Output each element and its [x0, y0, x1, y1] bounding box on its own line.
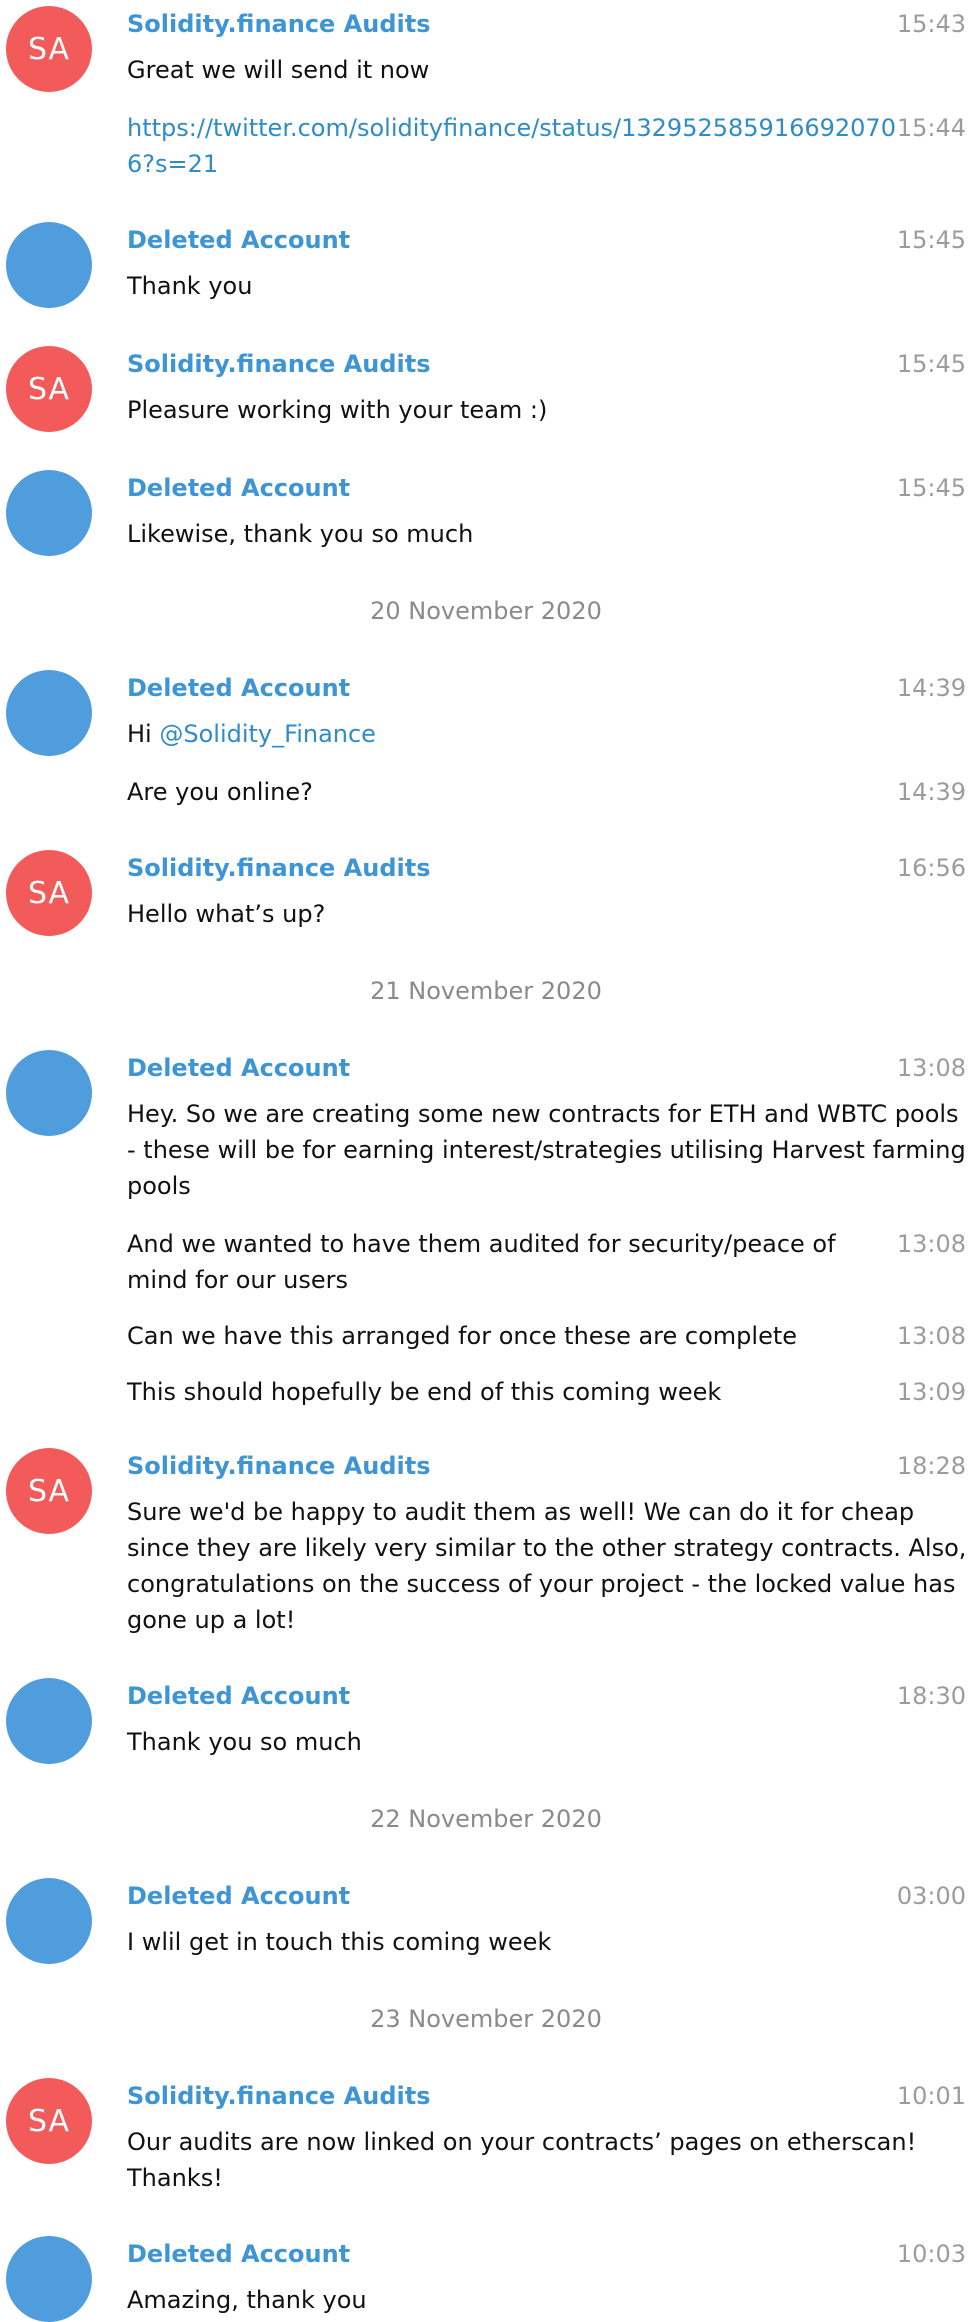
date-separator: 22 November 2020: [370, 1805, 602, 1833]
message-time: 18:28: [896, 1452, 966, 1480]
avatar[interactable]: SA: [6, 6, 92, 92]
message-text: Amazing, thank you: [127, 2286, 367, 2314]
avatar[interactable]: [6, 1678, 92, 1764]
message-text: Thank you so much: [127, 1728, 362, 1756]
sender-name[interactable]: Solidity.finance Audits: [127, 10, 431, 38]
message-text: I wlil get in touch this coming week: [127, 1928, 552, 1956]
avatar[interactable]: SA: [6, 346, 92, 432]
message-time: 14:39: [896, 674, 966, 702]
message-time: 10:03: [896, 2240, 966, 2268]
message-text: This should hopefully be end of this com…: [127, 1378, 722, 1406]
sender-name[interactable]: Solidity.finance Audits: [127, 854, 431, 882]
message-time: 15:45: [896, 474, 966, 502]
sender-name[interactable]: Deleted Account: [127, 1054, 350, 1082]
avatar[interactable]: [6, 2236, 92, 2322]
message-text: And we wanted to have them audited for s…: [127, 1230, 836, 1294]
avatar[interactable]: [6, 222, 92, 308]
message-text: Pleasure working with your team :): [127, 396, 548, 424]
message-text: Thank you: [127, 272, 253, 300]
message-text: Hello what’s up?: [127, 900, 326, 928]
sender-name[interactable]: Solidity.finance Audits: [127, 1452, 431, 1480]
message-text: Hey. So we are creating some new contrac…: [127, 1100, 966, 1200]
sender-name[interactable]: Solidity.finance Audits: [127, 350, 431, 378]
avatar[interactable]: [6, 670, 92, 756]
message-time: 14:39: [896, 778, 966, 806]
avatar[interactable]: SA: [6, 850, 92, 936]
message-text: Can we have this arranged for once these…: [127, 1322, 798, 1350]
message-time: 16:56: [896, 854, 966, 882]
user-mention[interactable]: @Solidity_Finance: [159, 720, 376, 748]
sender-name[interactable]: Deleted Account: [127, 474, 350, 502]
date-separator: 23 November 2020: [370, 2005, 602, 2033]
message-time: 03:00: [896, 1882, 966, 1910]
message-text: Our audits are now linked on your contra…: [127, 2128, 917, 2192]
message-link[interactable]: https://twitter.com/solidityfinance/stat…: [127, 110, 897, 182]
message-time: 10:01: [896, 2082, 966, 2110]
sender-name[interactable]: Solidity.finance Audits: [127, 2082, 431, 2110]
date-separator: 21 November 2020: [370, 977, 602, 1005]
message-time: 15:43: [896, 10, 966, 38]
avatar[interactable]: [6, 470, 92, 556]
message-time: 18:30: [896, 1682, 966, 1710]
message-time: 13:08: [896, 1322, 966, 1350]
message-text: Sure we'd be happy to audit them as well…: [127, 1498, 967, 1634]
message-greeting: Hi: [127, 720, 152, 748]
chat-history: SA Solidity.finance Audits 15:43 Great w…: [0, 0, 972, 2322]
avatar[interactable]: [6, 1050, 92, 1136]
avatar[interactable]: [6, 1878, 92, 1964]
sender-name[interactable]: Deleted Account: [127, 226, 350, 254]
message-time: 15:45: [896, 226, 966, 254]
message-time: 13:09: [896, 1378, 966, 1406]
avatar[interactable]: SA: [6, 1448, 92, 1534]
sender-name[interactable]: Deleted Account: [127, 674, 350, 702]
sender-name[interactable]: Deleted Account: [127, 1882, 350, 1910]
avatar[interactable]: SA: [6, 2078, 92, 2164]
message-text: Likewise, thank you so much: [127, 520, 474, 548]
date-separator: 20 November 2020: [370, 597, 602, 625]
message-text: Hi @Solidity_Finance: [127, 716, 887, 752]
message-time: 13:08: [896, 1054, 966, 1082]
message-text: Great we will send it now: [127, 56, 430, 84]
sender-name[interactable]: Deleted Account: [127, 2240, 350, 2268]
message-text: Are you online?: [127, 778, 313, 806]
sender-name[interactable]: Deleted Account: [127, 1682, 350, 1710]
message-time: 15:45: [896, 350, 966, 378]
